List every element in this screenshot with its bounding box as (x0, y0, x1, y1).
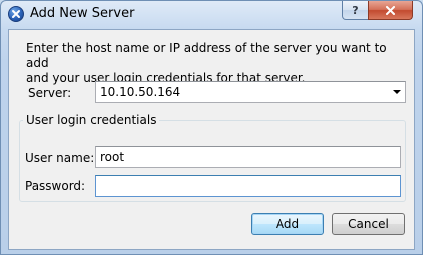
username-label: User name: (25, 151, 95, 165)
help-button[interactable]: ? (342, 1, 369, 20)
instructions-text: Enter the host name or IP address of the… (26, 41, 406, 86)
add-button[interactable]: Add (251, 213, 324, 235)
chevron-down-icon[interactable] (393, 90, 401, 94)
close-button[interactable] (368, 1, 413, 20)
window-title: Add New Server (30, 6, 135, 21)
app-x-icon (8, 6, 24, 22)
help-label: ? (352, 3, 359, 17)
title-bar[interactable]: Add New Server ? (1, 1, 422, 28)
server-combobox[interactable]: 10.10.50.164 (95, 81, 406, 103)
cancel-button[interactable]: Cancel (332, 213, 405, 235)
instructions-line-1: Enter the host name or IP address of the… (26, 41, 387, 70)
credentials-group-title: User login credentials (23, 113, 160, 127)
password-field[interactable] (95, 175, 401, 197)
add-new-server-dialog: Add New Server ? Enter the host name or … (0, 0, 423, 255)
server-label: Server: (28, 86, 72, 100)
password-label: Password: (25, 179, 86, 193)
username-field[interactable] (95, 146, 401, 168)
server-value: 10.10.50.164 (100, 85, 181, 99)
dialog-body: Enter the host name or IP address of the… (8, 29, 415, 250)
close-icon (386, 5, 395, 15)
